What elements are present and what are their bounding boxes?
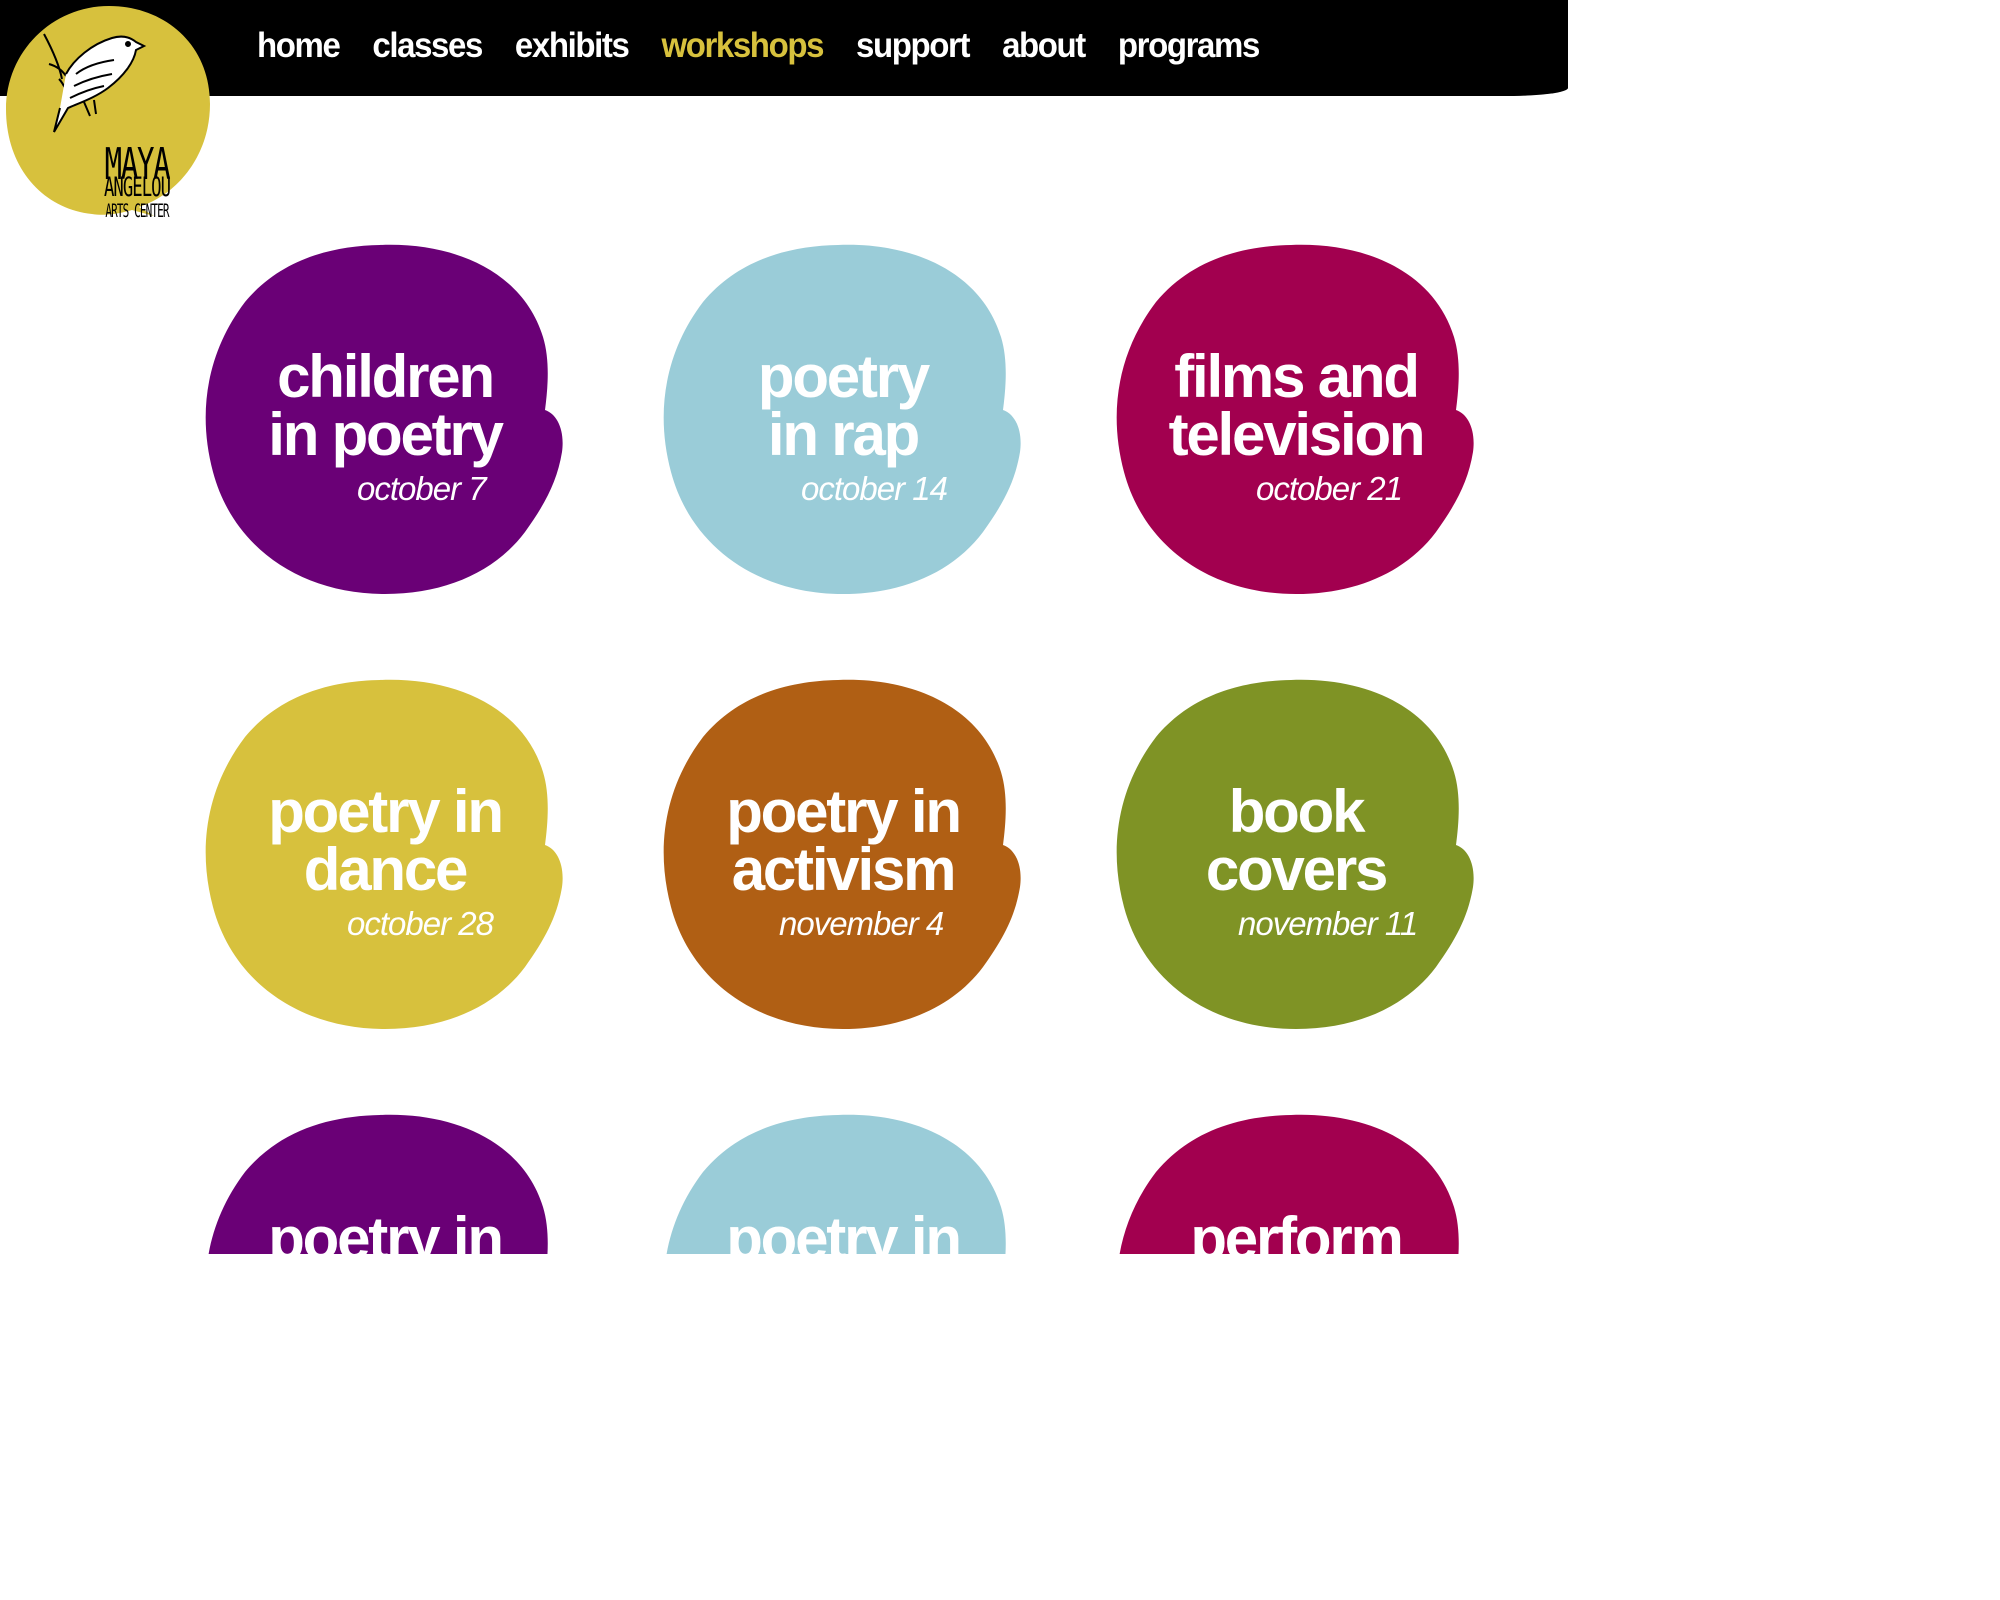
page: home classes exhibits workshops support … <box>0 0 1568 1254</box>
workshop-title: book covers <box>1205 778 1388 903</box>
nav-support[interactable]: support <box>856 24 970 65</box>
workshop-title: films and television <box>1168 343 1426 468</box>
nav-home[interactable]: home <box>257 24 341 65</box>
workshop-date: october 28 <box>347 905 494 942</box>
workshop-card[interactable]: poetry in rap october 14 <box>663 242 1023 597</box>
logo-text-arts-center: ARTS CENTER <box>105 200 170 219</box>
workshop-date: october 14 <box>801 470 948 507</box>
workshop-title: poetry in dance <box>268 778 504 903</box>
workshop-date: october 21 <box>1256 470 1403 507</box>
workshop-card[interactable]: children in poetry october 7 <box>205 242 565 597</box>
workshop-title: poetry in <box>268 1205 504 1255</box>
workshop-card[interactable]: poetry in activism november 4 <box>663 677 1023 1032</box>
logo-emblem: MAYA ANGELOU ARTS CENTER <box>6 6 210 222</box>
workshop-card[interactable]: films and television october 21 <box>1116 242 1476 597</box>
workshop-title: poetry in <box>726 1205 962 1255</box>
workshop-title: perform <box>1190 1205 1404 1255</box>
workshop-card[interactable]: poetry in dance october 28 <box>205 677 565 1032</box>
maya-angelou-logo[interactable]: MAYA ANGELOU ARTS CENTER <box>4 4 214 222</box>
nav-classes[interactable]: classes <box>372 24 483 65</box>
workshop-card[interactable]: poetry in <box>663 1112 1023 1254</box>
workshop-title: poetry in rap <box>757 343 930 468</box>
nav-menu: home classes exhibits workshops support … <box>257 24 1292 65</box>
workshop-title: children in poetry <box>268 343 504 468</box>
workshop-date: november 4 <box>779 905 944 942</box>
workshop-card[interactable]: perform <box>1116 1112 1476 1254</box>
nav-exhibits[interactable]: exhibits <box>515 24 630 65</box>
workshop-date: november 11 <box>1238 905 1418 942</box>
nav-workshops[interactable]: workshops <box>661 24 824 65</box>
logo-text-angelou: ANGELOU <box>104 172 170 203</box>
workshop-card[interactable]: poetry in <box>205 1112 565 1254</box>
nav-about[interactable]: about <box>1002 24 1086 65</box>
workshop-title: poetry in activism <box>726 778 962 903</box>
nav-programs[interactable]: programs <box>1118 24 1260 65</box>
top-nav-bar: home classes exhibits workshops support … <box>0 0 1568 96</box>
workshop-card[interactable]: book covers november 11 <box>1116 677 1476 1032</box>
workshop-date: october 7 <box>357 470 487 507</box>
